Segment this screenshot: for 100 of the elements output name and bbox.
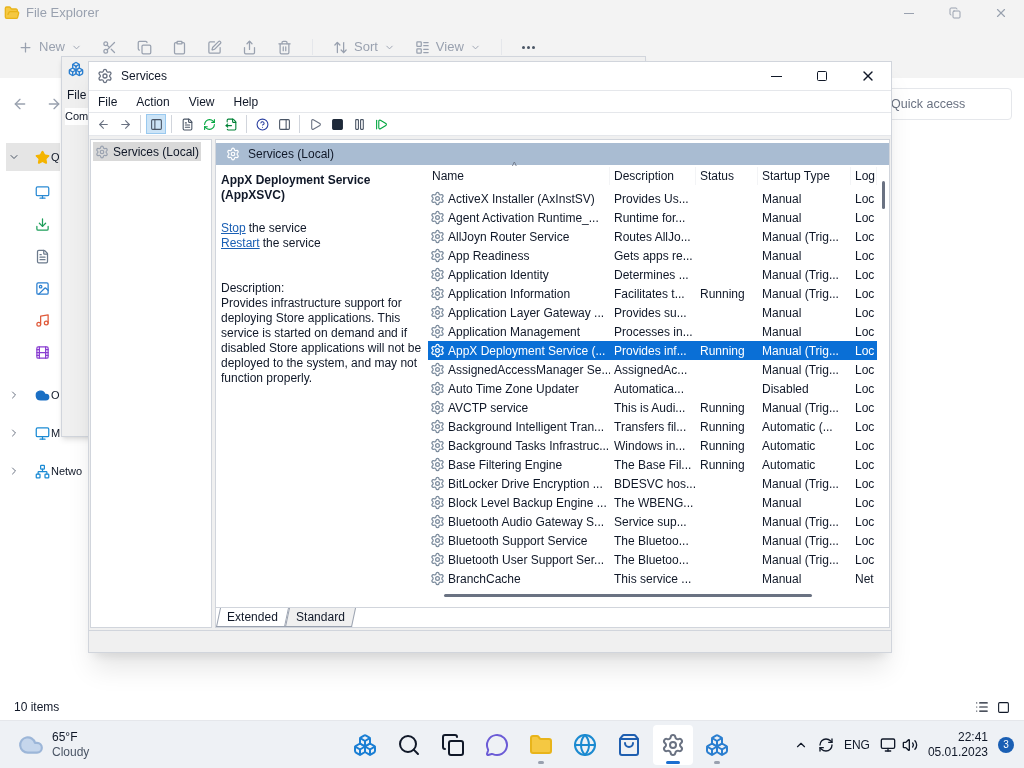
table-row[interactable]: Application Management Processes in... Manual Loc (428, 322, 877, 341)
gear-icon (430, 362, 445, 377)
table-cell-text: Bluetooth Support Service (448, 532, 588, 550)
language-indicator[interactable]: ENG (843, 735, 870, 754)
table-row[interactable]: Bluetooth Support Service The Bluetoo... Manual (Trig... Loc (428, 531, 877, 550)
table-cell-text: Routes AllJo... (614, 228, 691, 246)
forward-icon (118, 117, 132, 131)
forward-icon[interactable] (46, 96, 62, 112)
back-icon[interactable] (12, 96, 28, 112)
table-cell-text: BitLocker Drive Encryption ... (448, 475, 603, 493)
table-row[interactable]: Background Intelligent Tran... Transfers fil... Running Automatic (... Loc (428, 417, 877, 436)
table-cell-text: Automatic (... (762, 418, 833, 436)
network-icon[interactable] (879, 736, 896, 753)
sidebar-item[interactable]: Q (6, 143, 60, 171)
share-button[interactable] (242, 39, 257, 55)
gear-icon (430, 248, 445, 263)
sync-icon[interactable] (817, 736, 834, 753)
clock-date[interactable]: 05.01.2023 (927, 744, 988, 760)
view-icon (414, 39, 430, 55)
column-header[interactable]: Description (610, 167, 696, 185)
sidebar-item[interactable]: O (6, 381, 60, 409)
table-row[interactable]: AVCTP service This is Audi... Running Manual (Trig... Loc (428, 398, 877, 417)
item-count: 10 items (14, 699, 60, 716)
gear-icon (430, 191, 445, 206)
action-text: the service (262, 236, 321, 251)
tree-item[interactable]: Services (Local) (93, 142, 202, 161)
tree-label: Services (Local) (113, 143, 200, 161)
table-row[interactable]: ActiveX Installer (AxInstSV) Provides Us... Manual Loc (428, 189, 877, 208)
table-row[interactable]: Application Information Facilitates t... Running Manual (Trig... Loc (428, 284, 877, 303)
table-cell-text: Running (700, 418, 745, 436)
table-row[interactable]: AllJoyn Router Service Routes AllJo... Manual (Trig... Loc (428, 227, 877, 246)
scrollbar[interactable] (881, 181, 885, 209)
table-cell-text: Bluetooth Audio Gateway S... (448, 513, 605, 531)
scrollbar[interactable] (444, 594, 812, 597)
table-cell-text: Net (855, 570, 874, 588)
table-cell-text: Provides Us... (614, 190, 689, 208)
sidebar-item[interactable]: M (6, 419, 61, 447)
menu-item[interactable]: File (67, 86, 87, 104)
table-row[interactable]: Block Level Backup Engine ... The WBENG... Manual Loc (428, 493, 877, 512)
table-cell-text: Loc (855, 190, 875, 208)
table-row[interactable]: BitLocker Drive Encryption ... BDESVC hos... Manual (Trig... Loc (428, 474, 877, 493)
menu-item[interactable]: Action (136, 92, 170, 111)
column-header[interactable]: Name (428, 167, 610, 185)
menu-item[interactable]: Help (233, 92, 259, 111)
copy-button[interactable] (137, 39, 152, 55)
clipboard-button[interactable] (172, 39, 187, 55)
gear-icon (430, 400, 445, 415)
table-cell-text: AssignedAccessManager Se... (448, 361, 610, 379)
table-cell-text: Running (700, 285, 745, 303)
column-header[interactable]: Log (851, 167, 877, 185)
trash-button[interactable] (277, 39, 292, 55)
table-row[interactable]: AppX Deployment Service (... Provides inf... Running Manual (Trig... Loc (428, 341, 877, 360)
table-cell-text: Loc (855, 380, 875, 398)
scissors-button[interactable] (102, 39, 117, 55)
console-tree-button[interactable] (146, 114, 166, 134)
tree-item[interactable]: Com (65, 108, 89, 125)
action-link[interactable]: Restart (221, 236, 260, 251)
details-view-icon[interactable] (975, 700, 989, 714)
table-cell-text: Loc (855, 494, 875, 512)
gear-icon (430, 514, 445, 529)
column-header[interactable]: Status (696, 167, 758, 185)
table-row[interactable]: Application Identity Determines ... Manual (Trig... Loc (428, 265, 877, 284)
table-row[interactable]: Agent Activation Runtime_... Runtime for... Manual Loc (428, 208, 877, 227)
table-row[interactable]: Base Filtering Engine The Base Fil... Running Automatic Loc (428, 455, 877, 474)
tab[interactable]: Standard (284, 608, 356, 627)
table-cell-text: Loc (855, 551, 875, 569)
table-cell-text: Bluetooth User Support Ser... (448, 551, 605, 569)
sidebar-item[interactable]: Netwo (6, 457, 83, 485)
document-icon (35, 248, 50, 264)
table-row[interactable]: Application Layer Gateway ... Provides su... Manual Loc (428, 303, 877, 322)
table-row[interactable]: Bluetooth User Support Ser... The Bluetoo... Manual (Trig... Loc (428, 550, 877, 569)
table-row[interactable]: Auto Time Zone Updater Automatica... Disabled Loc (428, 379, 877, 398)
gear-icon (430, 305, 445, 320)
table-row[interactable]: AssignedAccessManager Se... AssignedAc... Manual (Trig... Loc (428, 360, 877, 379)
tab[interactable]: Extended (216, 608, 289, 627)
browser-icon (573, 732, 598, 757)
gear-icon (430, 210, 445, 225)
download-icon (35, 216, 50, 232)
volume-icon[interactable] (901, 736, 918, 753)
action-link[interactable]: Stop (221, 221, 246, 236)
rename-button[interactable] (207, 39, 222, 55)
table-row[interactable]: BranchCache This service ... Manual Net (428, 569, 877, 588)
table-cell-text: Runtime for... (614, 209, 686, 227)
table-cell-text: Manual (762, 570, 802, 588)
column-header[interactable]: Startup Type (758, 167, 851, 185)
notification-badge[interactable]: 3 (998, 736, 1014, 753)
temperature: 65°F (52, 729, 79, 745)
table-cell-text: Loc (855, 342, 875, 360)
gear-icon (430, 533, 445, 548)
menu-item[interactable]: File (98, 92, 118, 111)
table-cell-text: Running (700, 399, 745, 417)
table-cell-text: Loc (855, 399, 875, 417)
menu-item[interactable]: View (188, 92, 215, 111)
clock-time[interactable]: 22:41 (957, 729, 988, 745)
play-icon (308, 117, 322, 131)
table-row[interactable]: Bluetooth Audio Gateway S... Service sup... Manual (Trig... Loc (428, 512, 877, 531)
table-row[interactable]: Background Tasks Infrastruc... Windows in... Running Automatic Loc (428, 436, 877, 455)
task-view-icon (441, 732, 466, 757)
table-row[interactable]: App Readiness Gets apps re... Manual Loc (428, 246, 877, 265)
tiles-view-icon[interactable] (997, 700, 1010, 714)
